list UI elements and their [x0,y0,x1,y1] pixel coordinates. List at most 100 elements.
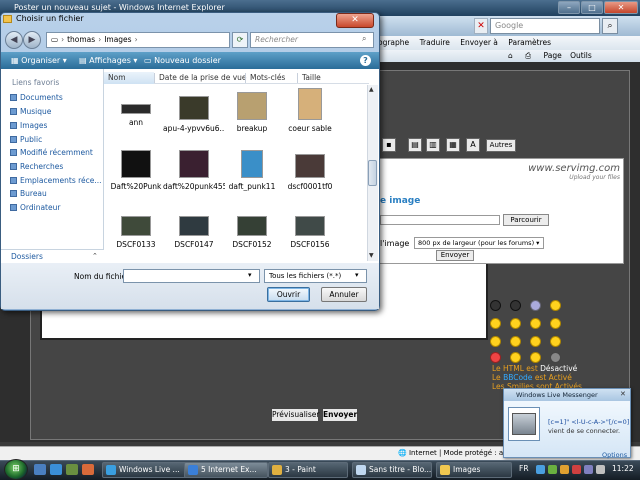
file-item[interactable]: Daft%20Punk [105,150,167,191]
volume-icon[interactable] [596,465,605,474]
cancel-button[interactable]: Annuler [321,287,367,302]
column-tags[interactable]: Mots-clés [250,72,285,83]
dialog-search-input[interactable]: Rechercher [250,32,374,48]
address-breadcrumb[interactable]: ▭ › thomas › Images › [46,32,230,48]
file-item[interactable]: dscf0001tf0 [279,154,341,191]
new-folder-button[interactable]: ▭ Nouveau dossier [144,52,221,69]
home-icon[interactable]: ⌂ [508,51,513,60]
help-icon[interactable]: ? [360,55,371,66]
column-size[interactable]: Taille [302,72,321,83]
task-images[interactable]: Images [436,462,512,478]
chevron-up-icon[interactable]: ⌃ [92,252,98,260]
toolbar-item-settings[interactable]: Paramètres [508,38,551,47]
smiley-icon[interactable] [530,300,541,311]
format-button[interactable]: ▪ [382,138,396,152]
file-item[interactable]: DSCF0147 [163,216,225,249]
smiley-icon[interactable] [550,352,561,363]
folders-toggle[interactable]: Dossiers [1,249,104,263]
search-icon[interactable]: ⌕ [602,18,618,34]
image-size-select[interactable]: 800 px de largeur (pour les forums) ▾ [414,237,544,249]
chevron-down-icon[interactable]: ▾ [248,271,252,279]
views-menu[interactable]: ▤ Affichages ▾ [79,52,137,69]
clock[interactable]: 11:22 [612,464,634,473]
security-zone[interactable]: 🌐 Internet | Mode protégé : activé [398,446,520,460]
ie-quicklaunch-icon[interactable] [50,464,62,475]
column-date[interactable]: Date de la prise de vue [159,72,247,83]
smiley-icon[interactable] [530,336,541,347]
switch-windows-icon[interactable] [66,464,78,475]
tray-icon[interactable] [560,465,569,474]
scrollbar-thumb[interactable] [368,160,377,186]
chevron-down-icon[interactable]: ▾ [355,271,359,279]
smiley-icon[interactable] [490,336,501,347]
file-item[interactable]: DSCF0152 [221,216,283,249]
tray-icon[interactable] [572,465,581,474]
fav-desktop[interactable]: Bureau [10,189,47,198]
toolbar-item-send-to[interactable]: Envoyer à [460,38,498,47]
breadcrumb-thomas[interactable]: thomas [67,35,95,44]
show-desktop-icon[interactable] [34,464,46,475]
smiley-icon[interactable] [550,336,561,347]
smiley-icon[interactable] [510,300,521,311]
preview-button[interactable]: Prévisualiser [271,408,319,422]
refresh-button[interactable]: ⟳ [232,32,248,48]
ie-search-input[interactable]: Google [490,18,600,34]
servimg-file-input[interactable] [380,215,500,225]
browse-button[interactable]: Parcourir [503,214,549,226]
fav-images[interactable]: Images [10,121,47,130]
smiley-icon[interactable] [490,352,501,363]
task-windows-live[interactable]: Windows Live ... [102,462,192,478]
scroll-down-icon[interactable]: ▼ [369,252,374,259]
submit-post-button[interactable]: Envoyer [322,408,358,422]
smiley-icon[interactable] [510,336,521,347]
file-item[interactable]: DSCF0133 [105,216,167,249]
more-button[interactable]: Autres [486,139,516,152]
file-item[interactable]: DSCF0156 [279,216,341,249]
fav-searches[interactable]: Recherches [10,162,63,171]
fav-documents[interactable]: Documents [10,93,63,102]
smiley-icon[interactable] [550,300,561,311]
search-icon[interactable]: ⌕ [362,34,366,44]
smiley-icon[interactable] [510,318,521,329]
network-icon[interactable] [584,465,593,474]
filename-input[interactable] [123,269,260,283]
file-item[interactable]: ann [105,96,167,127]
task-notepad[interactable]: Sans titre - Blo... [352,462,432,478]
breadcrumb-images[interactable]: Images [104,35,131,44]
scroll-up-icon[interactable]: ▲ [369,86,374,93]
tray-icon[interactable] [536,465,545,474]
dialog-close-button[interactable]: ✕ [336,13,374,28]
quicklaunch-icon[interactable] [82,464,94,475]
stop-button[interactable]: ✕ [474,18,488,34]
print-icon[interactable]: ⎙ [525,51,531,60]
open-button[interactable]: Ouvrir [267,287,310,302]
language-indicator[interactable]: FR [519,464,529,473]
servimg-send-button[interactable]: Envoyer [436,250,474,261]
toolbar-item-translate[interactable]: Traduire [420,38,450,47]
smiley-icon[interactable] [530,318,541,329]
minimize-button[interactable]: – [558,1,580,14]
toolbar-item-ographe[interactable]: ographe [378,38,409,47]
fav-music[interactable]: Musique [10,107,51,116]
back-button[interactable]: ◀ [5,31,23,49]
smiley-icon[interactable] [550,318,561,329]
smiley-icon[interactable] [490,300,501,311]
task-paint[interactable]: 3 - Paint [268,462,348,478]
close-icon[interactable]: ✕ [620,390,626,398]
smiley-icon[interactable] [530,352,541,363]
tools-menu[interactable]: Outils [570,51,592,60]
format-button[interactable]: A [466,138,480,152]
start-button[interactable]: ⊞ [4,459,28,480]
fav-computer[interactable]: Ordinateur [10,203,60,212]
column-name[interactable]: Nom [104,72,154,84]
file-item[interactable]: coeur sable [279,88,341,133]
file-item[interactable]: apu-4-ypvv6u6... [163,96,225,133]
format-button[interactable]: ▦ [446,138,460,152]
options-link[interactable]: Options [602,451,627,459]
organize-menu[interactable]: ▦ Organiser ▾ [11,52,67,69]
maximize-button[interactable]: □ [581,1,603,14]
fav-public[interactable]: Public [10,135,42,144]
forward-button[interactable]: ▶ [23,31,41,49]
file-item[interactable]: daft_punk11 [221,150,283,191]
smiley-icon[interactable] [510,352,521,363]
